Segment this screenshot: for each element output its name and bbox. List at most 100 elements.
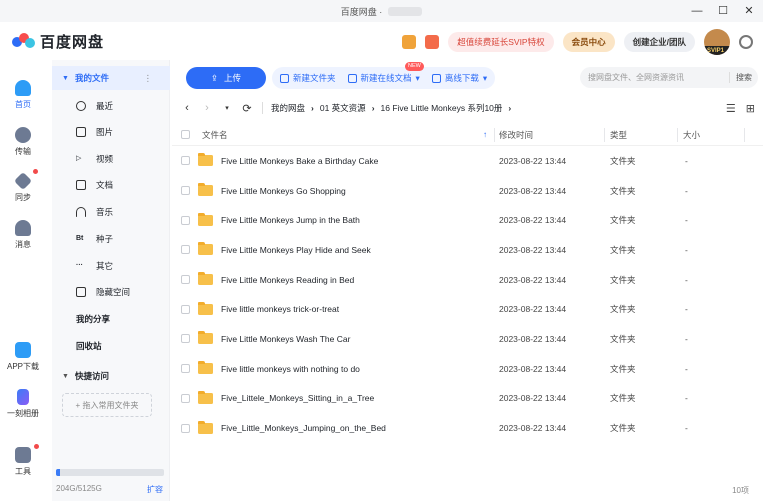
avatar[interactable]: SVIP1 [704,29,730,55]
sidebar-item-recent[interactable]: 最近 [76,100,113,112]
nav-app-download[interactable]: APP下载 [0,342,46,372]
nav-home[interactable]: 首页 [0,80,46,110]
sort-list-icon[interactable]: ☰ [726,102,736,115]
album-icon [17,389,29,405]
sidebar-item-hidden-space[interactable]: 隐藏空间 [76,286,130,298]
folder-icon [198,361,213,375]
nav-transfer[interactable]: 传输 [0,127,46,157]
table-row[interactable]: Five Little Monkeys Bake a Birthday Cake… [172,146,763,176]
window-title: 百度网盘 · [340,6,383,17]
table-row[interactable]: Five Little Monkeys Jump in the Bath 2023… [172,205,763,235]
table-row[interactable]: Five_Littele_Monkeys_Sitting_in_a_Tree 20… [172,384,763,414]
table-row[interactable]: Five Little Monkeys Wash The Car 2023-08-… [172,324,763,354]
sidebar-item-videos[interactable]: ▷ 视频 [76,153,113,165]
file-name[interactable]: Five Little Monkeys Reading in Bed [221,275,354,285]
new-folder-button[interactable]: 新建文件夹 [280,72,336,84]
sidebar-my-share[interactable]: 我的分享 [76,313,110,325]
grid-view-icon[interactable]: ⊞ [746,102,755,115]
sidebar-item-other[interactable]: ··· 其它 [76,260,113,272]
table-row[interactable]: Five_Little_Monkeys_Jumping_on_the_Bed 20… [172,413,763,443]
play-icon: ▷ [76,155,82,162]
nav-tools-label: 工具 [15,467,31,476]
sidebar-my-files[interactable]: ▼ 我的文件 ⋮ [52,66,170,90]
row-checkbox[interactable] [181,156,190,166]
row-checkbox[interactable] [181,186,190,196]
enterprise-button[interactable]: 创建企业/团队 [623,32,695,52]
file-name[interactable]: Five little monkeys with nothing to do [221,364,360,374]
row-checkbox[interactable] [181,334,190,344]
column-divider [604,128,605,142]
refresh-icon[interactable]: ⟳ [240,102,254,115]
minimize-button[interactable]: — [691,4,703,18]
table-row[interactable]: Five little monkeys trick-or-treat 2023-0… [172,294,763,324]
sidebar-item-music[interactable]: 音乐 [76,206,113,218]
nav-tools[interactable]: 工具 [0,444,46,477]
row-checkbox[interactable] [181,304,190,314]
offline-download-button[interactable]: 离线下载 ▾ [431,72,487,84]
row-checkbox[interactable] [181,364,190,374]
settings-gear-icon[interactable] [739,35,753,49]
close-button[interactable]: ✕ [743,4,755,18]
row-checkbox[interactable] [181,215,190,225]
table-row[interactable]: Five Little Monkeys Play Hide and Seek 20… [172,235,763,265]
file-name[interactable]: Five_Littele_Monkeys_Sitting_in_a_Tree [221,393,374,403]
sidebar-item-images[interactable]: 图片 [76,126,113,138]
history-dropdown-icon[interactable]: ▾ [220,104,234,112]
row-checkbox[interactable] [181,275,190,285]
breadcrumb-item[interactable]: 我的网盘 [271,102,305,114]
header-actions: 超值续费延长SVIP特权 会员中心 创建企业/团队 SVIP1 [402,29,753,55]
nav-sync[interactable]: 同步 [0,169,46,203]
file-size: - [685,363,688,374]
search-button[interactable]: 搜索 [729,72,752,83]
row-checkbox[interactable] [181,423,190,433]
table-row[interactable]: Five Little Monkeys Go Shopping 2023-08-2… [172,176,763,206]
back-arrow-icon[interactable]: ‹ [180,102,194,114]
sidebar-quick-access[interactable]: ▼ 快捷访问 [62,370,109,382]
people-icon [15,220,31,236]
new-online-doc-button[interactable]: 新建在线文档 ▾ NEW [347,62,424,84]
sort-arrow-icon[interactable]: ↑ [483,130,487,139]
header-size[interactable]: 大小 [683,129,700,141]
expand-storage-button[interactable]: 扩容 [147,484,163,495]
add-favorite-folder[interactable]: + 拖入常用文件夹 [62,393,152,417]
row-checkbox[interactable] [181,245,190,255]
header-time[interactable]: 修改时间 [499,129,533,141]
header-type[interactable]: 类型 [610,129,627,141]
select-all-checkbox[interactable] [181,130,190,139]
file-name[interactable]: Five Little Monkeys Go Shopping [221,186,346,196]
offline-download-label: 离线下载 [444,73,479,83]
file-type: 文件夹 [610,333,636,344]
sidebar-item-label: 其它 [96,261,114,271]
file-name[interactable]: Five Little Monkeys Jump in the Bath [221,215,360,225]
sidebar-item-docs[interactable]: 文档 [76,179,113,191]
file-name[interactable]: Five Little Monkeys Bake a Birthday Cake [221,156,378,166]
gift-icon[interactable] [425,35,440,49]
forward-arrow-icon[interactable]: › [200,102,214,114]
svip-promo-button[interactable]: 超值续费延长SVIP特权 [448,32,554,52]
file-name[interactable]: Five Little Monkeys Play Hide and Seek [221,245,371,255]
table-row[interactable]: Five Little Monkeys Reading in Bed 2023-0… [172,265,763,295]
nav-messages[interactable]: 消息 [0,220,46,250]
file-name[interactable]: Five Little Monkeys Wash The Car [221,334,350,344]
game-icon[interactable] [402,35,417,49]
storage-bar [56,469,164,476]
table-row[interactable]: Five little monkeys with nothing to do 20… [172,354,763,384]
modified-time: 2023-08-22 13:44 [499,363,567,374]
breadcrumb-item-current[interactable]: 16 Five Little Monkeys 系列10册 [381,102,503,114]
row-checkbox[interactable] [181,393,190,403]
search-input[interactable]: 搜网盘文件、全网资源资讯 搜索 [580,67,758,88]
file-name[interactable]: Five little monkeys trick-or-treat [221,304,339,314]
column-divider [494,128,495,142]
sidebar-item-torrents[interactable]: Bt 种子 [76,233,113,245]
breadcrumb-item[interactable]: 01 英文资源 [320,102,366,114]
nav-album[interactable]: 一刻相册 [0,389,46,419]
item-count: 10项 [732,486,749,495]
header-name[interactable]: 文件名 [202,129,228,141]
vip-center-button[interactable]: 会员中心 [562,32,615,52]
file-name[interactable]: Five_Little_Monkeys_Jumping_on_the_Bed [221,423,386,433]
file-type: 文件夹 [610,155,636,166]
maximize-button[interactable]: ☐ [717,4,729,18]
sidebar-recycle-bin[interactable]: 回收站 [76,340,102,352]
upload-button[interactable]: ⇪ 上传 [186,67,266,89]
more-icon[interactable]: ⋮ [144,73,153,84]
